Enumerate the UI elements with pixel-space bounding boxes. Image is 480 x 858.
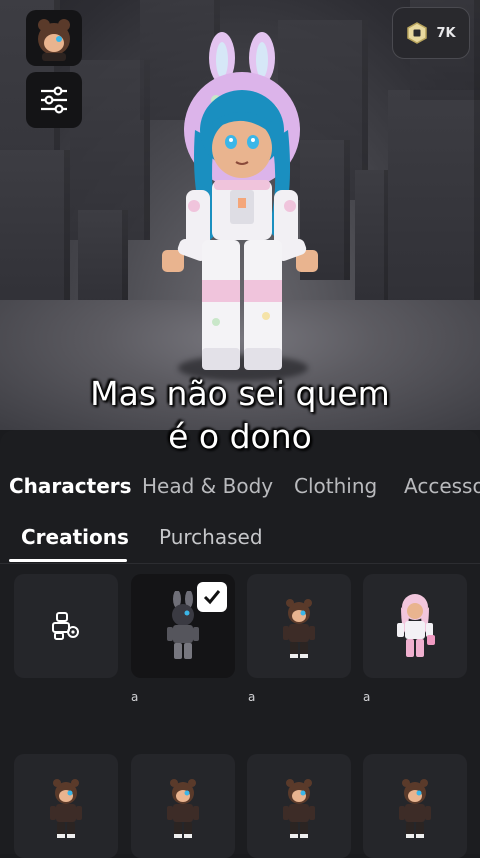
character-name: a <box>131 690 139 704</box>
character-thumbnail <box>283 599 315 658</box>
sliders-icon <box>41 86 67 114</box>
character-thumbnail <box>50 779 82 838</box>
character-name: a <box>363 690 371 704</box>
character-card[interactable] <box>247 574 351 678</box>
subtab-purchased[interactable]: Purchased <box>159 525 263 549</box>
background-block <box>355 170 390 300</box>
character-card[interactable] <box>131 574 235 678</box>
active-subtab-indicator <box>9 559 127 562</box>
robux-balance-button[interactable]: 7K <box>392 7 470 59</box>
character-thumbnail <box>397 594 435 657</box>
filter-settings-button[interactable] <box>26 72 82 128</box>
character-name: a <box>248 690 256 704</box>
character-card[interactable] <box>363 574 467 678</box>
tab-head-body[interactable]: Head & Body <box>142 474 273 498</box>
character-thumbnail <box>283 779 315 838</box>
background-block <box>78 210 128 310</box>
tab-clothing[interactable]: Clothing <box>294 474 377 498</box>
checkmark-icon <box>203 590 221 605</box>
avatar-thumbnail-button[interactable] <box>26 10 82 66</box>
character-thumbnail <box>399 779 431 838</box>
character-settings-icon <box>52 612 79 640</box>
subtab-creations[interactable]: Creations <box>21 525 129 549</box>
subcategory-tabs: Creations Purchased <box>0 515 480 564</box>
background-block <box>0 150 70 320</box>
avatar-model <box>162 32 318 370</box>
tab-accessories[interactable]: Accesso <box>404 474 480 498</box>
character-card[interactable] <box>247 754 351 858</box>
create-character-card[interactable] <box>14 574 118 678</box>
character-thumbnail <box>167 779 199 838</box>
caption-line-2: é o dono <box>168 417 312 456</box>
robux-amount: 7K <box>436 25 456 41</box>
tab-characters[interactable]: Characters <box>9 474 132 498</box>
character-card[interactable] <box>14 754 118 858</box>
video-caption: Mas não sei quem é o dono <box>0 372 480 458</box>
category-tabs: Characters Head & Body Clothing Accesso <box>0 464 480 508</box>
character-card[interactable] <box>131 754 235 858</box>
character-card[interactable] <box>363 754 467 858</box>
robux-icon <box>407 22 428 44</box>
avatar-head-icon <box>38 19 70 61</box>
selected-checkmark <box>197 582 227 612</box>
background-block <box>388 90 480 310</box>
caption-line-1: Mas não sei quem <box>90 374 390 413</box>
